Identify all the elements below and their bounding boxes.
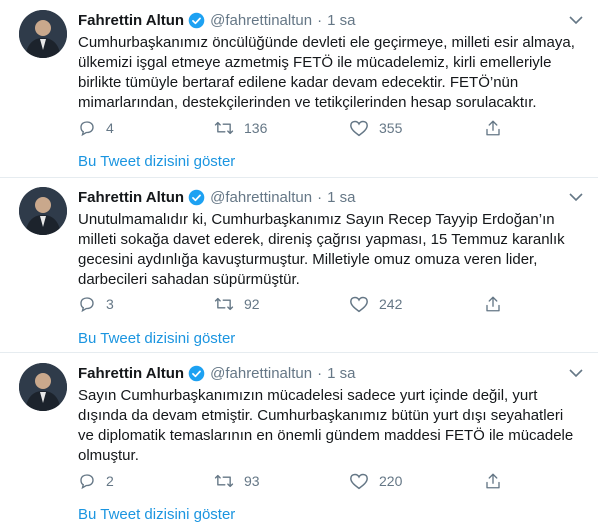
show-thread-link[interactable]: Bu Tweet dizisini göster — [78, 506, 235, 523]
reply-count: 3 — [106, 296, 114, 312]
author-name[interactable]: Fahrettin Altun — [78, 189, 184, 206]
reply-count: 4 — [106, 120, 114, 136]
verified-badge-icon — [188, 365, 205, 382]
like-button[interactable]: 220 — [349, 470, 402, 492]
tweet-time[interactable]: 1 sa — [327, 189, 355, 206]
tweet-header: Fahrettin Altun @fahrettinaltun · 1 sa — [78, 10, 355, 30]
reply-button[interactable]: 3 — [78, 293, 114, 315]
retweet-button[interactable]: 93 — [214, 470, 260, 492]
tweet-2[interactable]: Fahrettin Altun @fahrettinaltun · 1 sa U… — [0, 178, 598, 348]
separator-dot: · — [317, 11, 323, 29]
author-handle[interactable]: @fahrettinaltun — [210, 365, 312, 382]
reply-icon — [80, 297, 94, 313]
like-count: 355 — [379, 120, 403, 136]
like-button[interactable]: 242 — [349, 293, 402, 315]
tweet-header: Fahrettin Altun @fahrettinaltun · 1 sa — [78, 187, 355, 207]
like-count: 242 — [379, 296, 403, 312]
retweet-icon — [214, 297, 234, 311]
author-handle[interactable]: @fahrettinaltun — [210, 12, 312, 29]
retweet-count: 136 — [244, 120, 268, 136]
retweet-button[interactable]: 92 — [214, 293, 260, 315]
chevron-down-icon[interactable] — [568, 191, 584, 203]
tweet-header: Fahrettin Altun @fahrettinaltun · 1 sa — [78, 363, 355, 383]
share-icon — [486, 296, 500, 312]
reply-icon — [80, 121, 94, 137]
like-count: 220 — [379, 473, 403, 489]
share-button[interactable] — [484, 470, 502, 492]
tweet-time[interactable]: 1 sa — [327, 12, 355, 29]
chevron-down-icon[interactable] — [568, 14, 584, 26]
share-button[interactable] — [484, 117, 502, 139]
author-handle[interactable]: @fahrettinaltun — [210, 189, 312, 206]
reply-button[interactable]: 4 — [78, 117, 114, 139]
share-icon — [486, 473, 500, 489]
like-icon — [350, 120, 368, 137]
reply-count: 2 — [106, 473, 114, 489]
separator-dot: · — [317, 364, 323, 382]
share-button[interactable] — [484, 293, 502, 315]
retweet-count: 93 — [244, 473, 260, 489]
like-icon — [350, 473, 368, 490]
retweet-button[interactable]: 136 — [214, 117, 267, 139]
tweet-1[interactable]: Fahrettin Altun @fahrettinaltun · 1 sa C… — [0, 0, 598, 177]
tweet-text: Sayın Cumhurbaşkanımızın mücadelesi sade… — [78, 387, 574, 464]
author-name[interactable]: Fahrettin Altun — [78, 365, 184, 382]
retweet-icon — [214, 474, 234, 488]
avatar[interactable] — [19, 10, 67, 58]
like-icon — [350, 296, 368, 313]
tweet-text: Cumhurbaşkanımız öncülüğünde devleti ele… — [78, 34, 575, 111]
verified-badge-icon — [188, 189, 205, 206]
reply-icon — [80, 474, 94, 490]
show-thread-link[interactable]: Bu Tweet dizisini göster — [78, 153, 235, 170]
tweet-time[interactable]: 1 sa — [327, 365, 355, 382]
tweet-3[interactable]: Fahrettin Altun @fahrettinaltun · 1 sa S… — [0, 353, 598, 523]
share-icon — [486, 120, 500, 136]
show-thread-link[interactable]: Bu Tweet dizisini göster — [78, 330, 235, 347]
reply-button[interactable]: 2 — [78, 470, 114, 492]
like-button[interactable]: 355 — [349, 117, 402, 139]
author-name[interactable]: Fahrettin Altun — [78, 12, 184, 29]
chevron-down-icon[interactable] — [568, 367, 584, 379]
retweet-icon — [214, 121, 234, 135]
retweet-count: 92 — [244, 296, 260, 312]
avatar[interactable] — [19, 363, 67, 411]
tweet-text: Unutulmamalıdır ki, Cumhurbaşkanımız Say… — [78, 211, 565, 288]
avatar[interactable] — [19, 187, 67, 235]
verified-badge-icon — [188, 12, 205, 29]
separator-dot: · — [317, 188, 323, 206]
